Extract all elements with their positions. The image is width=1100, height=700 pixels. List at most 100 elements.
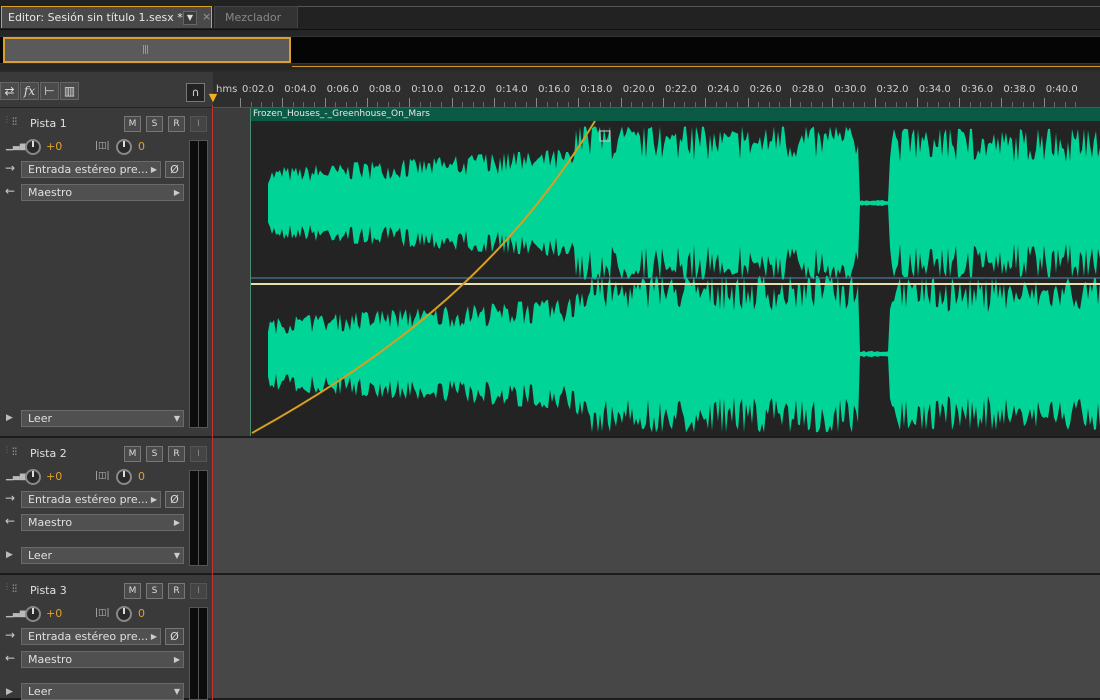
ruler-unit: hms [216,84,238,95]
tab-editor[interactable]: Editor: Sesión sin título 1.sesx * ▼ × [1,6,212,28]
expand-automation-icon[interactable]: ▶ [6,550,13,560]
track-name[interactable]: Pista 3 [30,584,67,597]
input-monitor-button[interactable]: I [190,116,207,132]
ruler-tick [747,98,749,107]
track-name[interactable]: Pista 2 [30,447,67,460]
sends-icon[interactable]: ⊢ [40,82,59,100]
drag-grip-icon[interactable]: ⋮ [3,446,11,454]
expand-automation-icon[interactable]: ▶ [6,413,13,423]
mute-button[interactable]: M [124,446,141,462]
ruler-minor-tick [303,102,305,107]
ruler-minor-tick [567,102,569,107]
ruler-minor-tick [758,102,760,107]
record-arm-button[interactable]: R [168,116,185,132]
ruler-tick [789,98,791,107]
headphone-icon[interactable]: ∩ [186,83,205,102]
overview-selection-line [292,66,1100,67]
drag-grip-icon[interactable]: ⋮ [3,583,11,591]
ruler-minor-tick [292,102,294,107]
input-select[interactable]: Entrada estéreo pre... ▶ [21,628,161,645]
ruler-minor-tick [937,102,939,107]
ruler-minor-tick [588,102,590,107]
mute-button[interactable]: M [124,116,141,132]
phase-invert-icon[interactable]: Ø [165,491,184,508]
record-arm-button[interactable]: R [168,446,185,462]
ruler-tick [959,98,961,107]
ruler-minor-tick [388,102,390,107]
ruler-minor-tick [440,102,442,107]
tab-mixer[interactable]: Mezclador [214,6,298,28]
mute-button[interactable]: M [124,583,141,599]
input-select[interactable]: Entrada estéreo pre... ▶ [21,491,161,508]
input-monitor-button[interactable]: I [190,583,207,599]
eq-icon[interactable]: ▥ [60,82,79,100]
input-monitor-button[interactable]: I [190,446,207,462]
expand-automation-icon[interactable]: ▶ [6,687,13,697]
ruler-tick-label: 0:36.0 [961,84,994,95]
clip-title[interactable]: Frozen_Houses_-_Greenhouse_On_Mars [250,108,1100,121]
loop-icon[interactable]: ⇄ [0,82,19,100]
automation-mode-select[interactable]: Leer ▼ [21,547,184,564]
track-controls-toolbar: ⇄ fx ⊢ ▥ ∩ [0,72,213,108]
pan-value[interactable]: 0 [138,140,145,153]
ruler-minor-tick [969,102,971,107]
clip-waveform [250,121,1100,434]
pan-knob[interactable] [116,469,132,485]
volume-knob[interactable] [25,469,41,485]
output-select-label: Maestro [28,186,73,199]
ruler-minor-tick [895,102,897,107]
audio-clip[interactable]: Frozen_Houses_-_Greenhouse_On_Mars [250,108,1100,436]
volume-value[interactable]: +0 [46,140,62,153]
ruler-minor-tick [430,102,432,107]
volume-knob[interactable] [25,139,41,155]
output-select[interactable]: Maestro ▶ [21,514,184,531]
record-arm-button[interactable]: R [168,583,185,599]
pan-knob[interactable] [116,606,132,622]
volume-knob[interactable] [25,606,41,622]
clip-edge [250,108,251,436]
phase-invert-icon[interactable]: Ø [165,161,184,178]
pan-value[interactable]: 0 [138,470,145,483]
ruler-minor-tick [335,102,337,107]
automation-mode-select[interactable]: Leer ▼ [21,410,184,427]
ruler-minor-tick [1011,102,1013,107]
solo-button[interactable]: S [146,116,163,132]
track-name[interactable]: Pista 1 [30,117,67,130]
ruler-tick-label: 0:02.0 [242,84,274,95]
pan-knob[interactable] [116,139,132,155]
ruler-tick-label: 0:34.0 [918,84,951,95]
fx-icon[interactable]: fx [20,82,39,100]
volume-value[interactable]: +0 [46,470,62,483]
chevron-right-icon: ▶ [173,518,180,527]
ruler-minor-tick [631,102,633,107]
ruler-minor-tick [525,102,527,107]
track-lane-3[interactable] [213,575,1100,700]
automation-mode-select[interactable]: Leer ▼ [21,683,184,700]
output-select[interactable]: Maestro ▶ [21,651,184,668]
input-select-label: Entrada estéreo pre... [28,163,149,176]
ruler-tick [916,98,918,107]
solo-button[interactable]: S [146,583,163,599]
output-select[interactable]: Maestro ▶ [21,184,184,201]
ruler-minor-tick [885,102,887,107]
pan-value[interactable]: 0 [138,607,145,620]
tab-close-icon[interactable]: × [202,10,211,23]
tab-mixer-label: Mezclador [225,11,282,24]
ruler-tick [1001,98,1003,107]
track-lane-2[interactable] [213,438,1100,575]
overview-zoom-thumb[interactable]: ||| [3,37,291,63]
drag-grip-icon[interactable]: ⋮ [3,116,11,124]
playhead-line[interactable] [212,105,213,700]
ruler-tick [409,98,411,107]
ruler-minor-tick [684,102,686,107]
volume-value[interactable]: +0 [46,607,62,620]
ruler-minor-tick [599,102,601,107]
ruler-tick [536,98,538,107]
phase-invert-icon[interactable]: Ø [165,628,184,645]
ruler-tick [282,98,284,107]
tab-dropdown-icon[interactable]: ▼ [183,11,197,25]
time-ruler[interactable]: hms 0:02.0 0:04.0 0:06.0 0:08.0 0:10.0 0:12.0… [213,72,1100,108]
solo-button[interactable]: S [146,446,163,462]
playhead-marker-icon[interactable]: ▼ [207,91,219,105]
input-select[interactable]: Entrada estéreo pre... ▶ [21,161,161,178]
